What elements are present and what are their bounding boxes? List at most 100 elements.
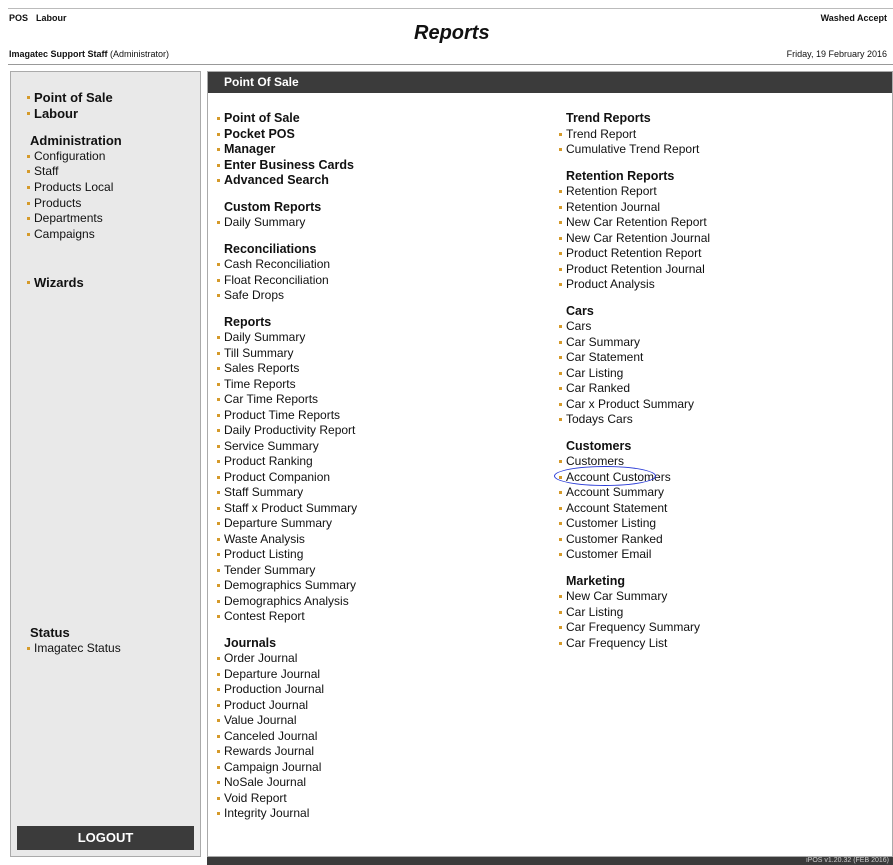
report-link[interactable]: Car Listing — [559, 366, 710, 382]
report-link[interactable]: Sales Reports — [217, 361, 357, 377]
group-title: Cars — [566, 303, 594, 318]
main-links-group: Point of Sale Pocket POS Manager Enter B… — [217, 111, 357, 189]
group-title: Journals — [224, 635, 277, 650]
sidebar-item-departments[interactable]: Departments — [27, 211, 122, 227]
top-nav-pos[interactable]: POS — [9, 13, 28, 23]
sidebar-item-labour[interactable]: Labour — [27, 106, 122, 122]
report-link[interactable]: Car x Product Summary — [559, 397, 710, 413]
report-link[interactable]: Account Summary — [559, 485, 710, 501]
user-name: Imagatec Support Staff — [9, 49, 108, 59]
report-link[interactable]: Time Reports — [217, 377, 357, 393]
page-title: Reports — [414, 22, 490, 44]
report-link[interactable]: Customer Email — [559, 547, 710, 563]
link-enter-business-cards[interactable]: Enter Business Cards — [217, 158, 357, 174]
sidebar-item-products[interactable]: Products — [27, 196, 122, 212]
report-link[interactable]: Car Frequency List — [559, 636, 710, 652]
left-column: Point of Sale Pocket POS Manager Enter B… — [217, 111, 357, 833]
report-link[interactable]: Product Listing — [217, 547, 357, 563]
sidebar-status-group: Status Imagatec Status — [27, 625, 121, 656]
report-link[interactable]: Daily Summary — [217, 330, 357, 346]
journal-link[interactable]: NoSale Journal — [217, 775, 357, 791]
report-link[interactable]: Car Listing — [559, 605, 710, 621]
report-link[interactable]: Product Retention Report — [559, 246, 710, 262]
report-link[interactable]: Customer Ranked — [559, 532, 710, 548]
main-panel: Point Of Sale Point of Sale Pocket POS M… — [207, 71, 893, 857]
journal-link[interactable]: Rewards Journal — [217, 744, 357, 760]
sidebar-item-point-of-sale[interactable]: Point of Sale — [27, 90, 122, 106]
journal-link[interactable]: Canceled Journal — [217, 729, 357, 745]
link-manager[interactable]: Manager — [217, 142, 357, 158]
report-link[interactable]: Car Frequency Summary — [559, 620, 710, 636]
report-link[interactable]: Product Ranking — [217, 454, 357, 470]
report-link[interactable]: Todays Cars — [559, 412, 710, 428]
report-link[interactable]: Product Retention Journal — [559, 262, 710, 278]
journal-link[interactable]: Integrity Journal — [217, 806, 357, 822]
journal-link[interactable]: Departure Journal — [217, 667, 357, 683]
report-link[interactable]: Float Reconciliation — [217, 273, 357, 289]
report-link[interactable]: Daily Summary — [217, 215, 357, 231]
retention-reports-group: Retention Reports Retention Report Reten… — [559, 169, 710, 293]
report-link[interactable]: Account Statement — [559, 501, 710, 517]
report-link[interactable]: Product Companion — [217, 470, 357, 486]
report-link[interactable]: Demographics Analysis — [217, 594, 357, 610]
top-nav-labour[interactable]: Labour — [36, 13, 67, 23]
link-advanced-search[interactable]: Advanced Search — [217, 173, 357, 189]
sidebar-item-configuration[interactable]: Configuration — [27, 149, 122, 165]
sidebar-top-links: Point of Sale Labour Administration Conf… — [27, 90, 122, 242]
report-link[interactable]: Staff x Product Summary — [217, 501, 357, 517]
report-link[interactable]: Product Time Reports — [217, 408, 357, 424]
sidebar-item-products-local[interactable]: Products Local — [27, 180, 122, 196]
sidebar-item-imagatec-status[interactable]: Imagatec Status — [27, 641, 121, 657]
user-role: (Administrator) — [110, 49, 170, 59]
group-title: Trend Reports — [566, 111, 651, 125]
report-link[interactable]: Cumulative Trend Report — [559, 142, 710, 158]
top-rule — [8, 8, 893, 9]
report-link[interactable]: Till Summary — [217, 346, 357, 362]
link-pocket-pos[interactable]: Pocket POS — [217, 127, 357, 143]
report-link[interactable]: Product Analysis — [559, 277, 710, 293]
report-link[interactable]: Safe Drops — [217, 288, 357, 304]
sidebar-item-staff[interactable]: Staff — [27, 164, 122, 180]
link-point-of-sale[interactable]: Point of Sale — [217, 111, 357, 127]
report-link[interactable]: Cash Reconciliation — [217, 257, 357, 273]
report-link[interactable]: Car Ranked — [559, 381, 710, 397]
journal-link[interactable]: Order Journal — [217, 651, 357, 667]
version-text: iPOS v1.20.32 (FEB 2016) — [806, 857, 889, 864]
sidebar-item-wizards[interactable]: Wizards — [27, 275, 84, 291]
journals-group: Journals Order Journal Departure Journal… — [217, 636, 357, 822]
journal-link[interactable]: Campaign Journal — [217, 760, 357, 776]
report-link[interactable]: Customer Listing — [559, 516, 710, 532]
report-link[interactable]: New Car Retention Report — [559, 215, 710, 231]
logout-button[interactable]: LOGOUT — [17, 826, 194, 850]
journal-link[interactable]: Void Report — [217, 791, 357, 807]
report-link[interactable]: Trend Report — [559, 127, 710, 143]
report-link[interactable]: Cars — [559, 319, 710, 335]
report-link[interactable]: Car Statement — [559, 350, 710, 366]
report-link[interactable]: Demographics Summary — [217, 578, 357, 594]
highlight-circle-annotation — [554, 466, 656, 486]
report-link[interactable]: New Car Summary — [559, 589, 710, 605]
cars-group: Cars Cars Car Summary Car Statement Car … — [559, 304, 710, 428]
report-link[interactable]: Contest Report — [217, 609, 357, 625]
report-link[interactable]: Car Time Reports — [217, 392, 357, 408]
report-link[interactable]: Daily Productivity Report — [217, 423, 357, 439]
report-link[interactable]: Service Summary — [217, 439, 357, 455]
group-title: Reports — [224, 314, 272, 329]
group-title: Marketing — [566, 573, 626, 588]
trend-reports-group: Trend Reports Trend Report Cumulative Tr… — [559, 111, 710, 158]
user-info: Imagatec Support Staff (Administrator) — [9, 49, 169, 59]
journal-link[interactable]: Product Journal — [217, 698, 357, 714]
report-link[interactable]: Car Summary — [559, 335, 710, 351]
journal-link[interactable]: Production Journal — [217, 682, 357, 698]
report-link[interactable]: Staff Summary — [217, 485, 357, 501]
report-link[interactable]: Retention Report — [559, 184, 710, 200]
report-link[interactable]: Retention Journal — [559, 200, 710, 216]
report-link[interactable]: Tender Summary — [217, 563, 357, 579]
top-nav: POS Labour — [9, 13, 75, 23]
report-link[interactable]: Waste Analysis — [217, 532, 357, 548]
sidebar: Point of Sale Labour Administration Conf… — [10, 71, 201, 857]
sidebar-item-campaigns[interactable]: Campaigns — [27, 227, 122, 243]
report-link[interactable]: Departure Summary — [217, 516, 357, 532]
report-link[interactable]: New Car Retention Journal — [559, 231, 710, 247]
journal-link[interactable]: Value Journal — [217, 713, 357, 729]
